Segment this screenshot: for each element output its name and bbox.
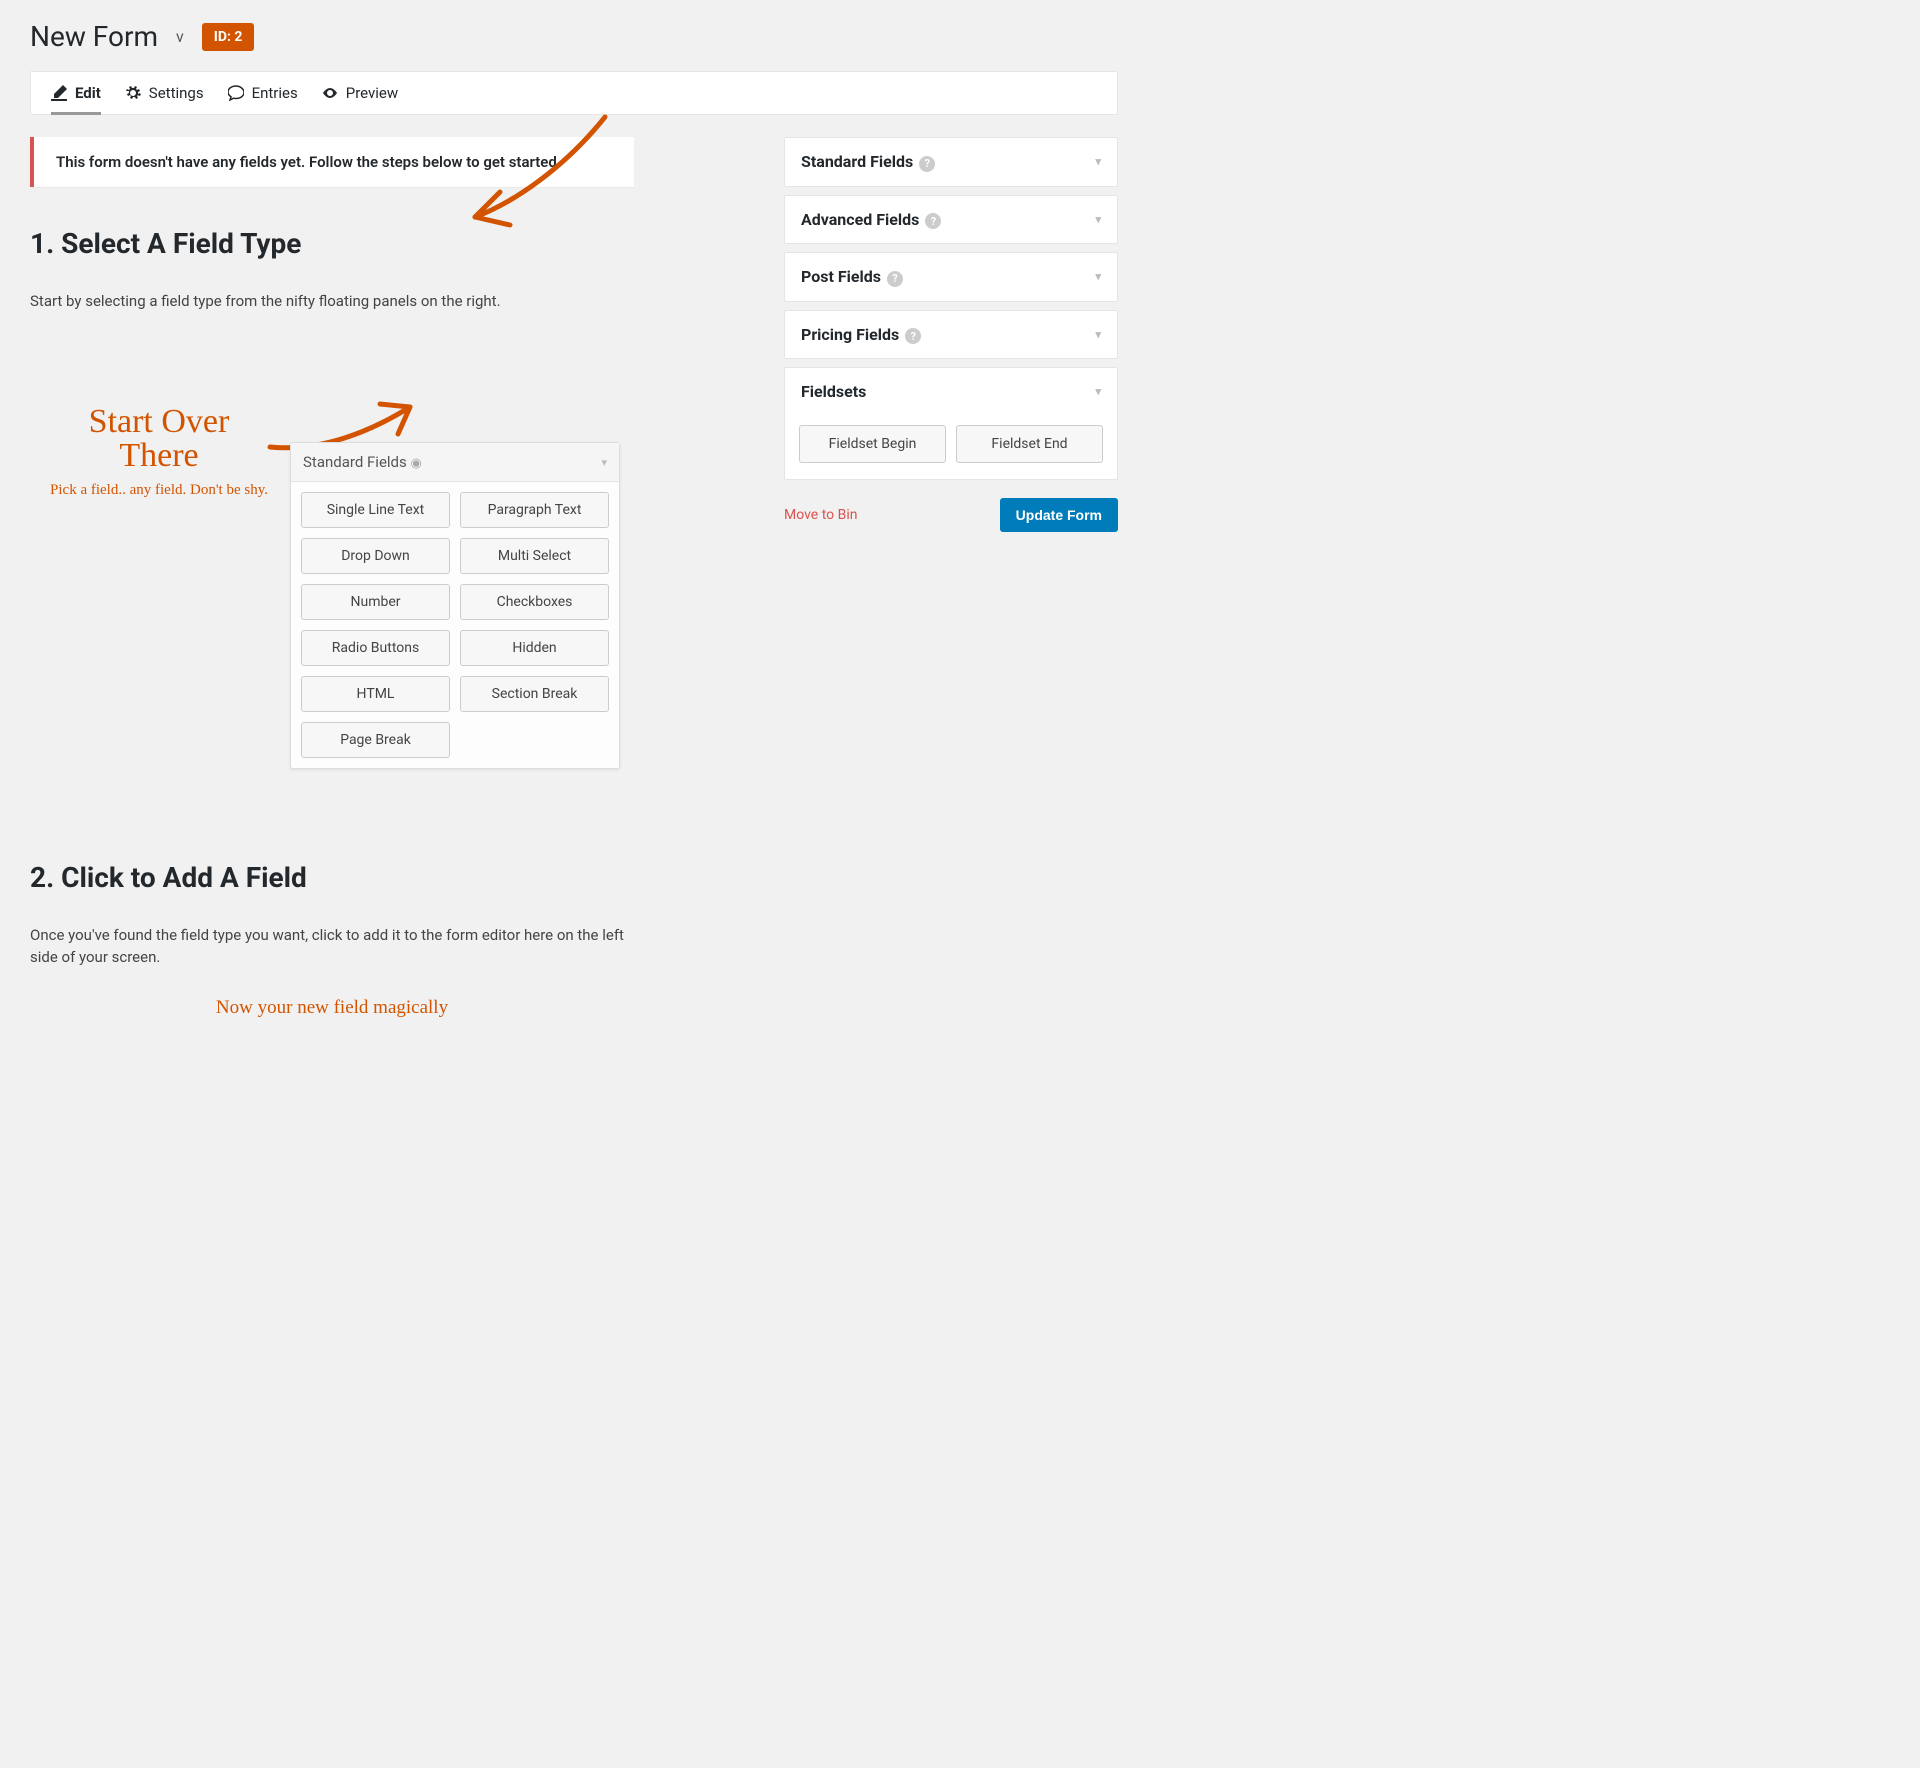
form-title: New Form <box>30 20 158 53</box>
demo-field-button: Single Line Text <box>301 492 450 528</box>
help-icon[interactable]: ? <box>905 328 921 344</box>
hand-text: Start Over <box>89 403 230 440</box>
demo-field-button: Section Break <box>460 676 609 712</box>
tab-entries[interactable]: Entries <box>228 84 298 102</box>
demo-field-button: Radio Buttons <box>301 630 450 666</box>
tab-preview[interactable]: Preview <box>322 84 398 102</box>
demo-field-button: HTML <box>301 676 450 712</box>
move-to-bin-link[interactable]: Move to Bin <box>784 507 857 523</box>
panel-title: Standard Fields <box>303 453 407 471</box>
hand-text: There <box>119 437 198 474</box>
step-1-description: Start by selecting a field type from the… <box>30 290 630 313</box>
arrow-annotation-icon <box>455 107 615 237</box>
tab-label: Preview <box>346 84 398 102</box>
field-group-fieldsets[interactable]: Fieldsets ▾ Fieldset Begin Fieldset End <box>784 367 1118 480</box>
edit-icon <box>51 85 67 101</box>
help-icon[interactable]: ? <box>919 156 935 172</box>
demo-field-button: Paragraph Text <box>460 492 609 528</box>
update-form-button[interactable]: Update Form <box>1000 498 1118 532</box>
group-label: Pricing Fields <box>801 325 899 344</box>
eye-icon <box>322 85 338 101</box>
form-header: New Form v ID: 2 <box>30 20 1118 53</box>
field-type-sidebar: Standard Fields? ▾ Advanced Fields? ▾ Po… <box>784 137 1118 532</box>
step-2-heading: 2. Click to Add A Field <box>30 861 634 894</box>
step-2-description: Once you've found the field type you wan… <box>30 924 630 969</box>
demo-field-button: Hidden <box>460 630 609 666</box>
field-group-standard[interactable]: Standard Fields? ▾ <box>784 137 1118 187</box>
demo-field-button: Page Break <box>301 722 450 758</box>
field-group-advanced[interactable]: Advanced Fields? ▾ <box>784 195 1118 245</box>
demo-field-button: Multi Select <box>460 538 609 574</box>
field-group-pricing[interactable]: Pricing Fields? ▾ <box>784 310 1118 360</box>
fieldset-begin-button[interactable]: Fieldset Begin <box>799 425 946 463</box>
handwriting-annotation: Now your new field magically <box>167 997 497 1020</box>
chevron-down-icon: ▾ <box>1095 155 1101 168</box>
tab-edit[interactable]: Edit <box>51 84 101 115</box>
chevron-down-icon: ▾ <box>1095 385 1101 398</box>
handwriting-annotation: Start Over There Pick a field.. any fiel… <box>44 405 274 501</box>
group-label: Advanced Fields <box>801 210 919 229</box>
speech-icon <box>228 85 244 101</box>
demo-field-button: Checkboxes <box>460 584 609 620</box>
fieldset-end-button[interactable]: Fieldset End <box>956 425 1103 463</box>
form-switcher-chevron-icon[interactable]: v <box>176 27 184 46</box>
tab-label: Settings <box>149 84 204 102</box>
form-editor-area: This form doesn't have any fields yet. F… <box>30 137 634 1019</box>
demo-field-button: Number <box>301 584 450 620</box>
demo-field-button: Drop Down <box>301 538 450 574</box>
tab-settings[interactable]: Settings <box>125 84 204 102</box>
tab-label: Edit <box>75 84 101 102</box>
chevron-down-icon: ▾ <box>1095 213 1101 226</box>
form-id-badge: ID: 2 <box>202 23 255 51</box>
help-icon[interactable]: ? <box>925 213 941 229</box>
hand-text-small: Pick a field.. any field. Don't be shy. <box>44 481 274 501</box>
group-label: Fieldsets <box>801 382 866 401</box>
field-group-post[interactable]: Post Fields? ▾ <box>784 252 1118 302</box>
chevron-down-icon: ▾ <box>1095 328 1101 341</box>
group-label: Post Fields <box>801 267 881 286</box>
chevron-down-icon: ▾ <box>1095 270 1101 283</box>
gear-icon <box>125 85 141 101</box>
demo-standard-fields-panel: Standard Fields ◉ ▾ Single Line Text Par… <box>290 442 620 769</box>
help-icon[interactable]: ? <box>887 271 903 287</box>
group-label: Standard Fields <box>801 152 913 171</box>
help-icon: ◉ <box>410 456 421 471</box>
chevron-down-icon: ▾ <box>601 456 607 469</box>
tab-label: Entries <box>252 84 298 102</box>
